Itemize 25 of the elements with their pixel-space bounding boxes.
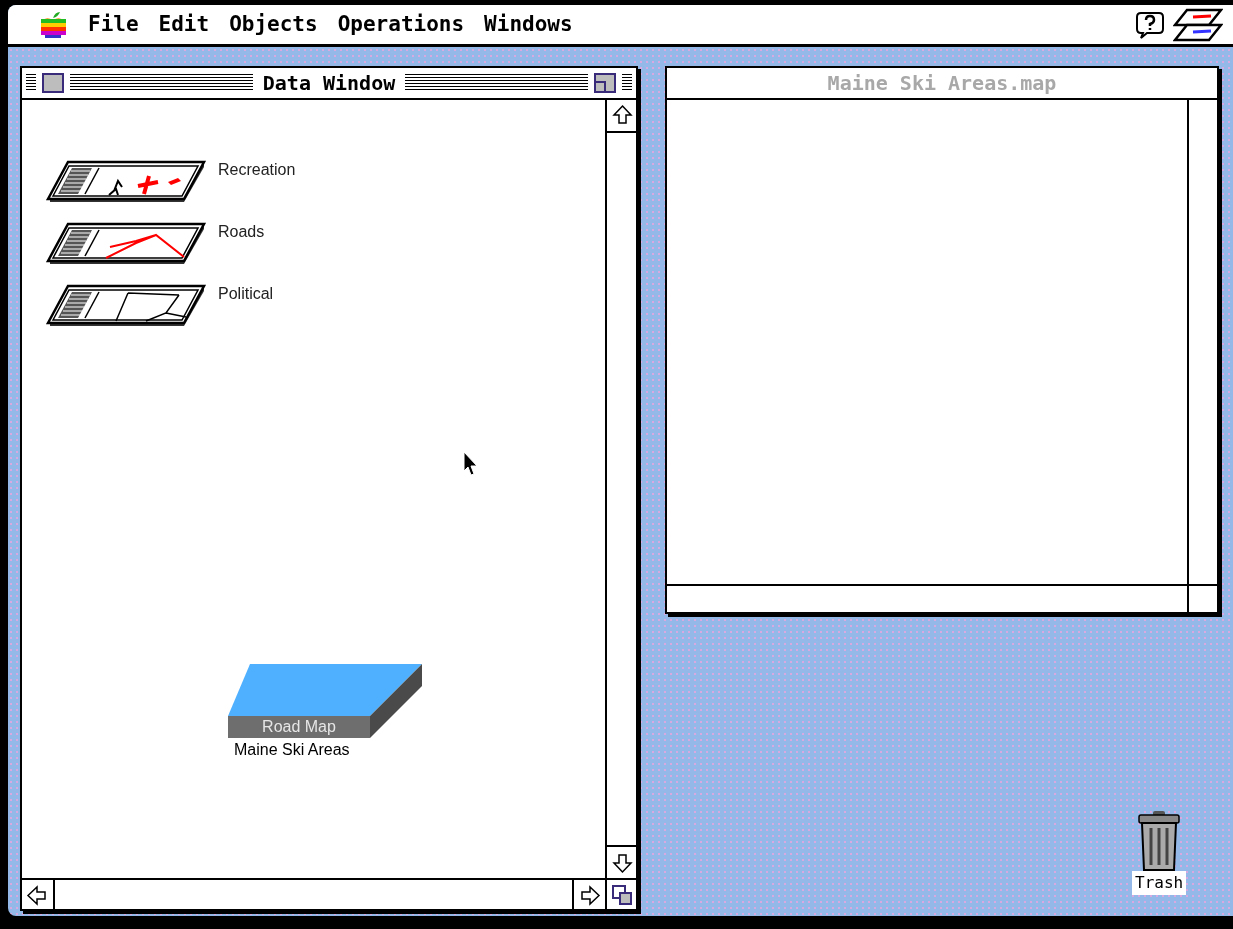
document-name: Maine Ski Areas bbox=[233, 740, 350, 760]
menu-item[interactable]: Objects bbox=[219, 8, 328, 41]
help-balloon-icon[interactable] bbox=[1135, 10, 1165, 39]
layer-label: Roads bbox=[218, 222, 265, 242]
close-box[interactable] bbox=[42, 73, 64, 93]
menu-item[interactable]: File bbox=[78, 8, 149, 41]
menu-item[interactable]: Windows bbox=[474, 8, 583, 41]
zoom-box[interactable] bbox=[594, 73, 616, 93]
apple-icon[interactable] bbox=[40, 10, 66, 39]
layers-icon[interactable] bbox=[1173, 7, 1223, 42]
menu-item[interactable]: Edit bbox=[148, 8, 220, 41]
trash-can-icon[interactable] bbox=[1137, 811, 1182, 871]
recreation-layer-icon[interactable] bbox=[46, 159, 208, 205]
menu-item[interactable]: Operations bbox=[327, 8, 475, 41]
document-label: Road Map bbox=[261, 717, 337, 737]
trash-label: Trash bbox=[1132, 871, 1187, 895]
political-layer-icon[interactable] bbox=[46, 283, 208, 329]
document-block-icon[interactable] bbox=[228, 664, 422, 738]
arrow-cursor-icon bbox=[463, 451, 479, 477]
roads-layer-icon[interactable] bbox=[46, 221, 208, 267]
window-title: Maine Ski Areas.map bbox=[826, 70, 1058, 97]
vertical-scroll-bar[interactable] bbox=[605, 100, 636, 878]
layer-label: Recreation bbox=[218, 160, 296, 180]
layer-label: Political bbox=[218, 284, 274, 304]
window-title: Data Window bbox=[261, 70, 397, 97]
